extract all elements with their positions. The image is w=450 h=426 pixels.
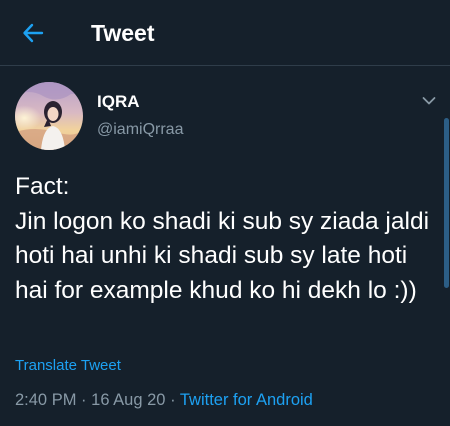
tweet-text: Fact: Jin logon ko shadi ki sub sy ziada… [15,173,430,304]
arrow-left-icon [23,23,44,43]
user-handle[interactable]: @iamiQrraa [97,120,183,140]
scrollbar[interactable] [444,118,449,288]
page-title: Tweet [91,20,155,46]
more-options-button[interactable] [418,90,440,112]
display-name[interactable]: IQRA [97,92,140,112]
meta-separator: · [81,391,87,409]
tweet-date: 16 Aug 20 [91,391,166,409]
tweet-time: 2:40 PM [15,391,77,409]
back-button[interactable] [18,18,48,48]
chevron-down-icon [422,97,436,105]
avatar[interactable] [15,82,83,150]
translate-tweet-link[interactable]: Translate Tweet [15,356,121,376]
tweet-metadata: 2:40 PM · 16 Aug 20 · Twitter for Androi… [15,388,313,412]
tweet-source-link[interactable]: Twitter for Android [180,391,313,409]
meta-separator: · [170,391,176,409]
top-app-bar: Tweet [0,0,450,66]
